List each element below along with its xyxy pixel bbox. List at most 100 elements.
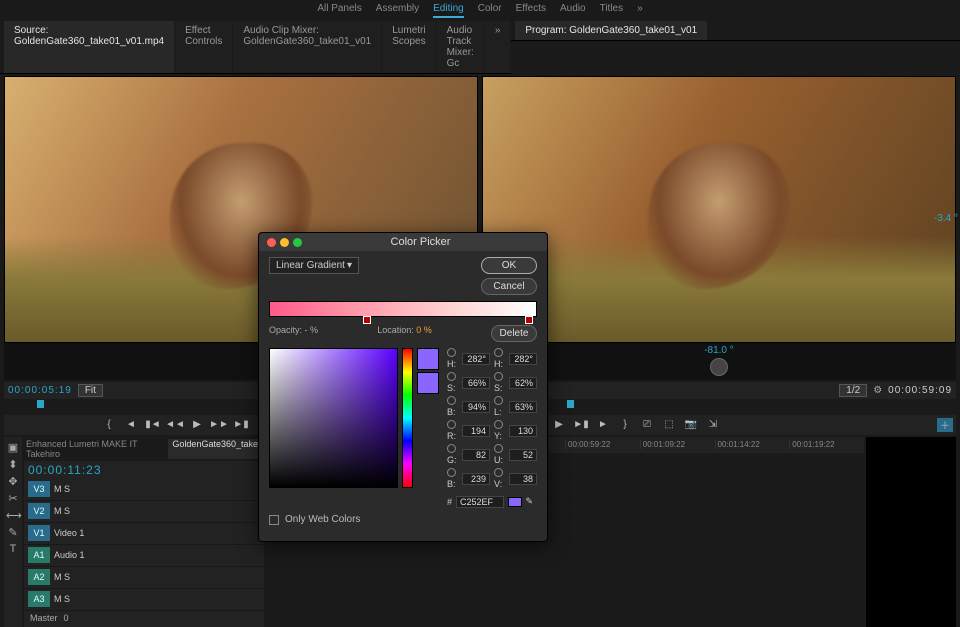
ws-tab-audio[interactable]: Audio [560,3,586,18]
track-a2-tag[interactable]: A2 [28,569,50,585]
track-v3-mutesolo[interactable]: M S [54,484,70,494]
prog-camera-icon[interactable]: 📷 [683,418,699,432]
prog-go-to-out-icon[interactable]: ► [595,418,611,432]
location-value[interactable]: 0 % [416,325,432,335]
seq-tab-goldengate[interactable]: GoldenGate360_take [168,439,262,459]
tab-program[interactable]: Program: GoldenGate360_take01_v01 [515,21,707,40]
radio-l[interactable] [494,396,503,405]
ws-tab-color[interactable]: Color [478,3,502,18]
radio-v[interactable] [494,468,503,477]
rgb-b-input[interactable]: 239 [462,473,490,485]
source-timecode[interactable]: 00:00:05:19 [8,385,72,396]
ws-tab-assembly[interactable]: Assembly [376,3,419,18]
radio-s2[interactable] [494,372,503,381]
tab-source-clip[interactable]: Source: GoldenGate360_take01_v01.mp4 [4,21,174,73]
source-fit-dropdown[interactable]: Fit [78,384,103,397]
hue-slider[interactable] [402,348,413,488]
gradient-stop-1[interactable] [363,316,371,324]
play-forward-icon[interactable]: ►► [211,418,227,432]
yuv-v-input[interactable]: 38 [509,473,537,485]
eyedropper-icon[interactable]: ✎ [526,496,537,508]
radio-g[interactable] [447,444,456,453]
track-v3-tag[interactable]: V3 [28,481,50,497]
tab-audio-track-mixer[interactable]: Audio Track Mixer: Gc [437,21,484,73]
saturation-value-picker[interactable] [269,348,398,488]
tab-effect-controls[interactable]: Effect Controls [175,21,232,73]
prog-play-icon[interactable]: ▶ [551,418,567,432]
hsb-h-input[interactable]: 282° [462,353,490,365]
sequence-timecode[interactable]: 00:00:11:23 [24,461,264,479]
track-select-tool-icon[interactable]: ⬍ [6,458,20,471]
previous-color-swatch[interactable] [417,372,439,394]
hex-input[interactable]: C252EF [456,496,504,508]
ws-tab-editing[interactable]: Editing [433,3,464,18]
step-back-icon[interactable]: ▮◄ [145,418,161,432]
ws-tabs-overflow-icon[interactable]: » [637,3,643,18]
selection-tool-icon[interactable]: ▣ [6,441,20,454]
button-editor-icon[interactable]: ＋ [937,418,953,432]
radio-r[interactable] [447,420,456,429]
ws-tab-titles[interactable]: Titles [600,3,624,18]
gradient-bar[interactable] [269,301,537,317]
ripple-tool-icon[interactable]: ✥ [6,475,20,488]
radio-s[interactable] [447,372,456,381]
radio-h2[interactable] [494,348,503,357]
track-v2-tag[interactable]: V2 [28,503,50,519]
pen-tool-icon[interactable]: ✎ [6,526,20,539]
track-a2-mutesolo[interactable]: M S [54,572,70,582]
window-zoom-icon[interactable] [293,238,302,247]
track-a3-mutesolo[interactable]: M S [54,594,70,604]
prog-extract-icon[interactable]: ⬚ [661,418,677,432]
dialog-titlebar[interactable]: Color Picker [259,233,547,251]
razor-tool-icon[interactable]: ✂ [6,492,20,505]
gradient-type-dropdown[interactable]: Linear Gradient▾ [269,257,359,274]
radio-bb[interactable] [447,468,456,477]
track-v1-tag[interactable]: V1 [28,525,50,541]
slip-tool-icon[interactable]: ⟷ [6,509,20,522]
hsl-l-input[interactable]: 63% [509,401,537,413]
go-to-in-icon[interactable]: ◄ [123,418,139,432]
radio-b[interactable] [447,396,456,405]
only-web-colors-checkbox[interactable] [269,515,279,525]
step-forward-icon[interactable]: ►▮ [233,418,249,432]
radio-u[interactable] [494,444,503,453]
track-a1-tag[interactable]: A1 [28,547,50,563]
tab-audio-clip-mixer[interactable]: Audio Clip Mixer: GoldenGate360_take01_v… [233,21,381,73]
mark-in-icon[interactable]: { [101,418,117,432]
hsb-s-input[interactable]: 66% [462,377,490,389]
gradient-stop-2[interactable] [525,316,533,324]
window-minimize-icon[interactable] [280,238,289,247]
program-zoom-dropdown[interactable]: 1/2 [839,384,867,397]
prog-step-forward-icon[interactable]: ►▮ [573,418,589,432]
ws-tab-effects[interactable]: Effects [516,3,546,18]
settings-icon[interactable]: ⚙ [873,385,882,396]
play-icon[interactable]: ▶ [189,418,205,432]
radio-y[interactable] [494,420,503,429]
program-monitor-frame[interactable] [482,76,956,343]
seq-tab-lumetri[interactable]: Enhanced Lumetri MAKE IT Takehiro [26,439,162,459]
tab-lumetri-scopes[interactable]: Lumetri Scopes [382,21,435,73]
track-v2-mutesolo[interactable]: M S [54,506,70,516]
play-backward-icon[interactable]: ◄◄ [167,418,183,432]
prog-export-icon[interactable]: ⇲ [705,418,721,432]
hsl-h-input[interactable]: 282° [509,353,537,365]
type-tool-icon[interactable]: T [6,543,20,555]
vr-orientation-widget[interactable] [710,358,728,376]
delete-stop-button[interactable]: Delete [491,325,537,342]
program-scrub-bar[interactable] [482,400,956,414]
ws-tab-allpanels[interactable]: All Panels [317,3,361,18]
yuv-u-input[interactable]: 52 [509,449,537,461]
radio-h[interactable] [447,348,456,357]
hsb-b-input[interactable]: 94% [462,401,490,413]
hsl-s-input[interactable]: 62% [509,377,537,389]
source-tabs-overflow-icon[interactable]: » [485,21,511,73]
window-close-icon[interactable] [267,238,276,247]
rgb-g-input[interactable]: 82 [462,449,490,461]
cancel-button[interactable]: Cancel [481,278,537,295]
track-a3-tag[interactable]: A3 [28,591,50,607]
rgb-r-input[interactable]: 194 [462,425,490,437]
yuv-y-input[interactable]: 130 [509,425,537,437]
prog-lift-icon[interactable]: ⎚ [639,418,655,432]
ok-button[interactable]: OK [481,257,537,274]
prog-mark-out-icon[interactable]: } [617,418,633,432]
